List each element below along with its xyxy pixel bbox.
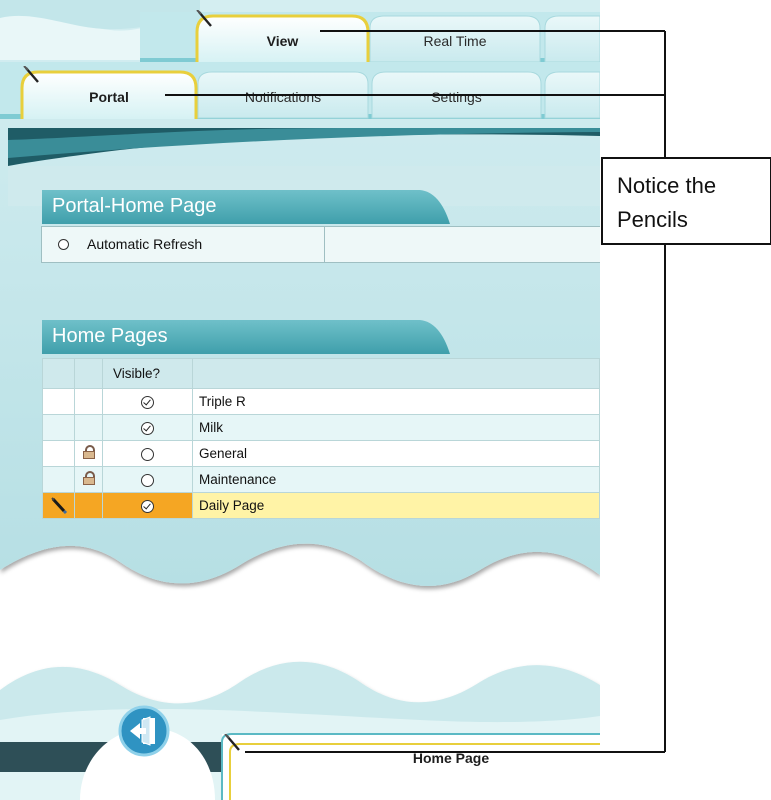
callout-notice-pencils: Notice the Pencils (601, 157, 771, 245)
callout-connector-lines (165, 30, 666, 753)
